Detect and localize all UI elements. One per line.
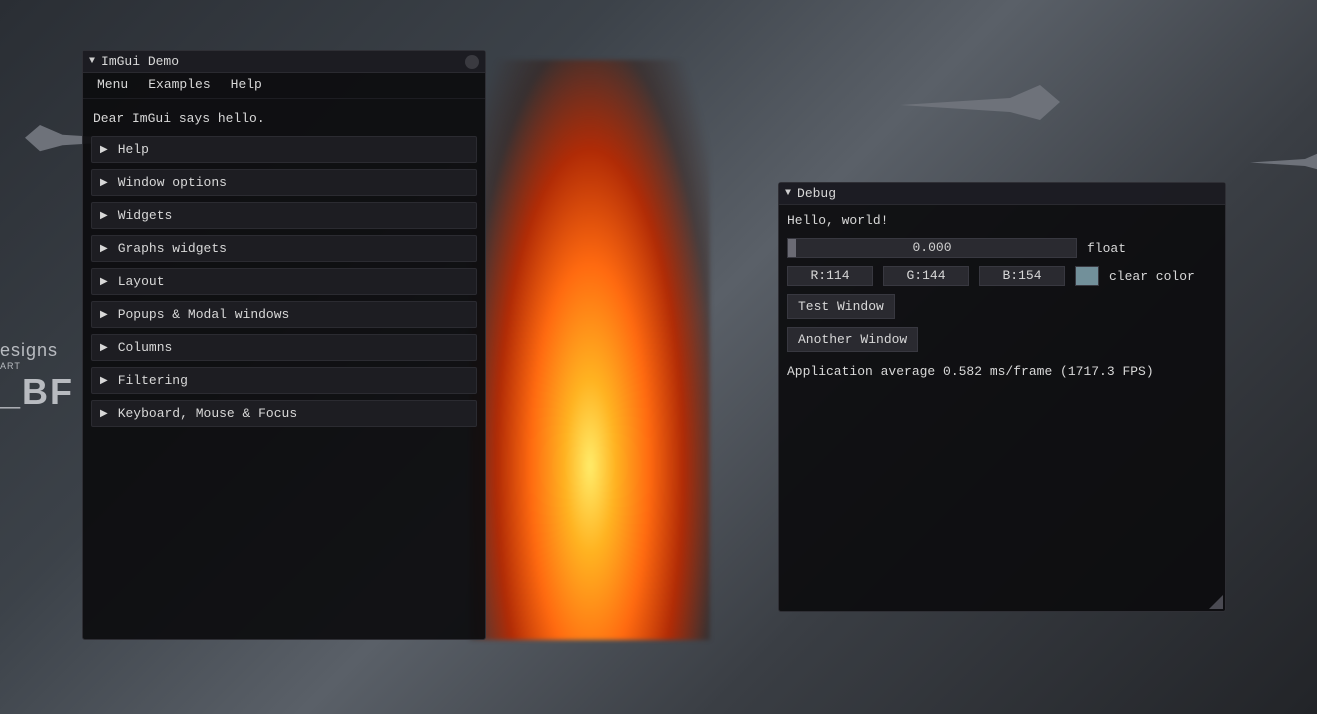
menu-help[interactable]: Help (231, 77, 262, 92)
slider-grab[interactable] (788, 239, 796, 257)
clear-color-label: clear color (1109, 269, 1195, 284)
tree-label: Help (118, 142, 149, 157)
demo-titlebar[interactable]: ▼ ImGui Demo (83, 51, 485, 73)
tree-filtering[interactable]: ▶ Filtering (91, 367, 477, 394)
tree-help[interactable]: ▶ Help (91, 136, 477, 163)
chevron-right-icon: ▶ (100, 408, 108, 420)
background-fire (470, 60, 710, 640)
test-window-button[interactable]: Test Window (787, 294, 895, 319)
color-g-value: G:144 (906, 268, 945, 283)
tree-keyboard-mouse-focus[interactable]: ▶ Keyboard, Mouse & Focus (91, 400, 477, 427)
resize-grip-icon[interactable] (1209, 595, 1223, 609)
tree-graphs-widgets[interactable]: ▶ Graphs widgets (91, 235, 477, 262)
color-b-value: B:154 (1002, 268, 1041, 283)
menu-menu[interactable]: Menu (97, 77, 128, 92)
tree-label: Window options (118, 175, 227, 190)
tree-window-options[interactable]: ▶ Window options (91, 169, 477, 196)
tree-label: Popups & Modal windows (118, 307, 290, 322)
chevron-right-icon: ▶ (100, 309, 108, 321)
tree-label: Filtering (118, 373, 188, 388)
collapse-triangle-icon[interactable]: ▼ (785, 188, 791, 199)
chevron-right-icon: ▶ (100, 276, 108, 288)
chevron-right-icon: ▶ (100, 177, 108, 189)
float-label: float (1087, 241, 1126, 256)
chevron-right-icon: ▶ (100, 144, 108, 156)
background-jet (900, 80, 1060, 130)
demo-menubar: Menu Examples Help (83, 73, 485, 99)
tree-label: Layout (118, 274, 165, 289)
hello-text: Hello, world! (787, 213, 1217, 228)
color-swatch[interactable] (1075, 266, 1099, 286)
tree-popups-modal[interactable]: ▶ Popups & Modal windows (91, 301, 477, 328)
another-window-button[interactable]: Another Window (787, 327, 918, 352)
chevron-right-icon: ▶ (100, 210, 108, 222)
chevron-right-icon: ▶ (100, 243, 108, 255)
tree-label: Columns (118, 340, 173, 355)
background-watermark: esigns ART _BF (0, 340, 74, 413)
background-jet (1250, 150, 1317, 175)
float-slider[interactable]: 0.000 (787, 238, 1077, 258)
debug-titlebar[interactable]: ▼ Debug (779, 183, 1225, 205)
tree-widgets[interactable]: ▶ Widgets (91, 202, 477, 229)
demo-title: ImGui Demo (101, 54, 465, 69)
color-g-drag[interactable]: G:144 (883, 266, 969, 286)
tree-label: Keyboard, Mouse & Focus (118, 406, 297, 421)
fps-stats: Application average 0.582 ms/frame (1717… (787, 364, 1217, 379)
chevron-right-icon: ▶ (100, 342, 108, 354)
color-r-value: R:114 (810, 268, 849, 283)
demo-intro-text: Dear ImGui says hello. (91, 107, 477, 136)
close-icon[interactable] (465, 55, 479, 69)
debug-window[interactable]: ▼ Debug Hello, world! 0.000 float R:114 … (778, 182, 1226, 612)
tree-label: Graphs widgets (118, 241, 227, 256)
tree-label: Widgets (118, 208, 173, 223)
debug-title: Debug (797, 186, 1219, 201)
imgui-demo-window[interactable]: ▼ ImGui Demo Menu Examples Help Dear ImG… (82, 50, 486, 640)
color-r-drag[interactable]: R:114 (787, 266, 873, 286)
menu-examples[interactable]: Examples (148, 77, 210, 92)
chevron-right-icon: ▶ (100, 375, 108, 387)
tree-layout[interactable]: ▶ Layout (91, 268, 477, 295)
float-value: 0.000 (912, 240, 951, 255)
color-b-drag[interactable]: B:154 (979, 266, 1065, 286)
tree-columns[interactable]: ▶ Columns (91, 334, 477, 361)
collapse-triangle-icon[interactable]: ▼ (89, 56, 95, 67)
